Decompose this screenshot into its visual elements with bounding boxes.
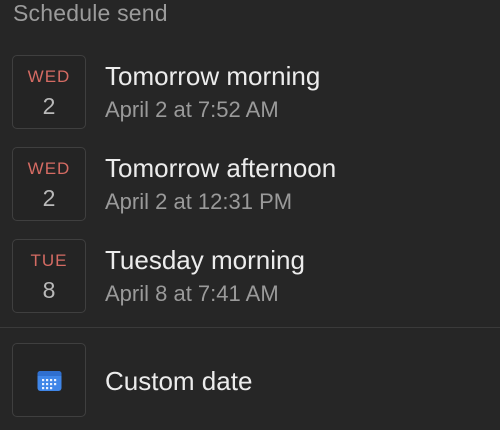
schedule-option-tomorrow-afternoon[interactable]: WED 2 Tomorrow afternoon April 2 at 12:3… bbox=[0, 147, 500, 223]
option-subtitle: April 2 at 7:52 AM bbox=[105, 97, 279, 122]
date-tile: WED 2 bbox=[12, 147, 86, 221]
custom-date-option[interactable]: Custom date bbox=[0, 343, 500, 419]
tile-day-of-week: WED bbox=[27, 159, 71, 178]
date-tile: TUE 8 bbox=[12, 239, 86, 313]
calendar-icon bbox=[37, 371, 62, 391]
schedule-option-tomorrow-morning[interactable]: WED 2 Tomorrow morning April 2 at 7:52 A… bbox=[0, 55, 500, 131]
tile-day-of-week: TUE bbox=[30, 251, 68, 270]
custom-date-tile bbox=[12, 343, 86, 417]
option-subtitle: April 8 at 7:41 AM bbox=[105, 281, 279, 306]
tile-day-number: 8 bbox=[42, 277, 56, 303]
option-title: Tomorrow morning bbox=[105, 61, 321, 91]
tile-day-number: 2 bbox=[42, 93, 56, 119]
tile-day-number: 2 bbox=[42, 185, 56, 211]
option-title: Tomorrow afternoon bbox=[105, 153, 337, 183]
custom-date-label: Custom date bbox=[105, 366, 253, 396]
tile-day-of-week: WED bbox=[27, 67, 71, 86]
section-divider bbox=[0, 327, 500, 328]
schedule-option-tuesday-morning[interactable]: TUE 8 Tuesday morning April 8 at 7:41 AM bbox=[0, 239, 500, 315]
date-tile: WED 2 bbox=[12, 55, 86, 129]
schedule-send-title: Schedule send bbox=[13, 0, 168, 26]
option-title: Tuesday morning bbox=[105, 245, 305, 275]
option-subtitle: April 2 at 12:31 PM bbox=[105, 189, 293, 214]
